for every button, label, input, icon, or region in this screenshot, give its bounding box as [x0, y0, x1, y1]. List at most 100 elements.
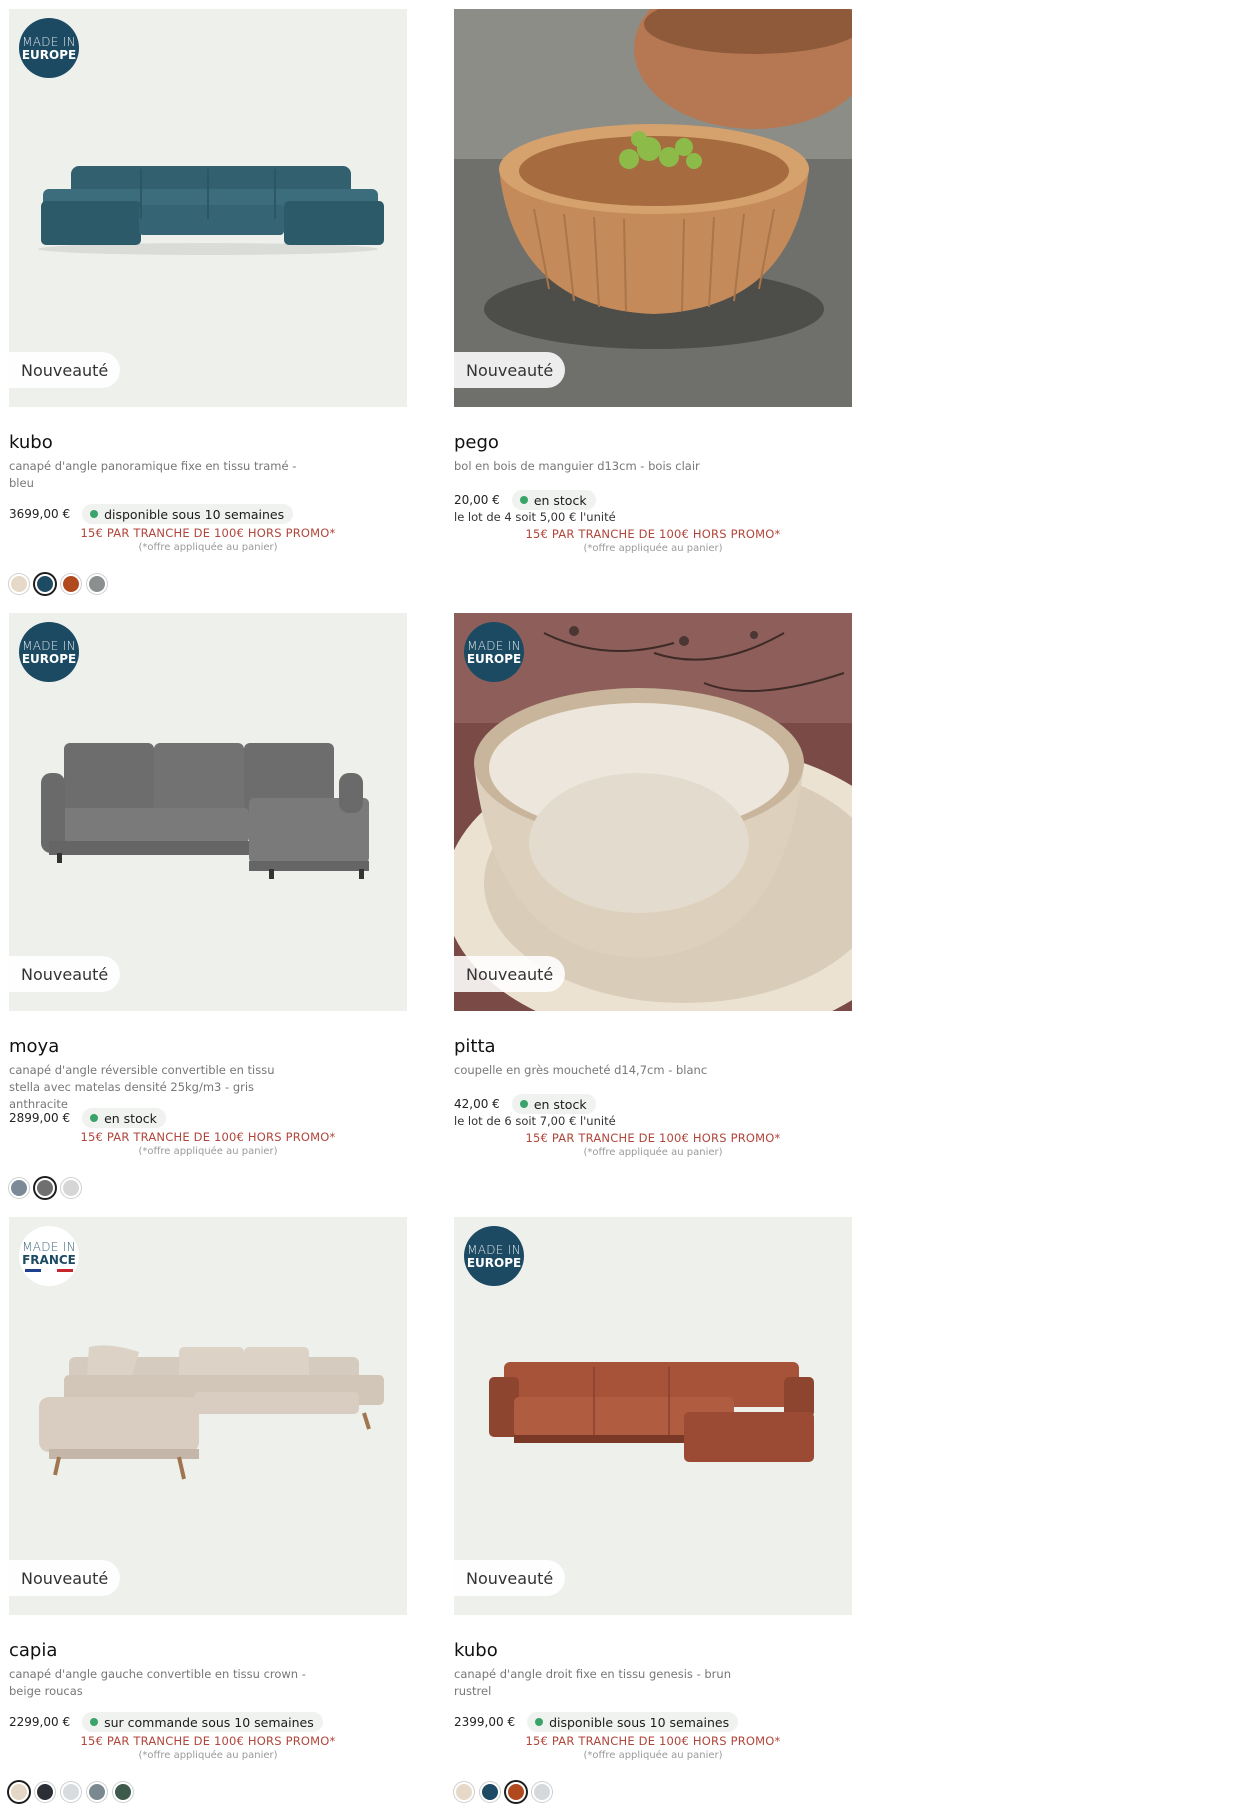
product-name[interactable]: kubo	[454, 1640, 498, 1661]
new-tag: Nouveauté	[9, 1560, 121, 1596]
stock-dot-icon	[90, 1718, 99, 1726]
stock-label: disponible sous 10 semaines	[104, 506, 285, 522]
product-name[interactable]: kubo	[9, 432, 53, 453]
product-card[interactable]: MADE IN EUROPE Nouveauté moya canapé d'a…	[9, 613, 407, 1198]
promo-note: (*offre appliquée au panier)	[138, 542, 278, 553]
product-card[interactable]: MADE IN EUROPE Nouveauté kubo canapé d'a…	[454, 1217, 852, 1802]
color-swatches	[454, 1782, 552, 1802]
new-tag: Nouveauté	[454, 956, 566, 992]
product-price: 2299,00 €	[9, 1715, 71, 1729]
stock-label: en stock	[104, 1110, 157, 1126]
badge-line-2: EUROPE	[466, 651, 522, 666]
color-swatch[interactable]	[87, 574, 107, 594]
stock-badge: en stock	[82, 1108, 166, 1128]
promo-text: 15€ PAR TRANCHE DE 100€ HORS PROMO*	[525, 1131, 781, 1145]
product-card[interactable]: MADE IN EUROPE Nouveauté pitta coupelle …	[454, 613, 852, 1158]
color-swatch[interactable]	[506, 1782, 526, 1802]
price-row: 2399,00 € disponible sous 10 semaines	[454, 1712, 739, 1732]
badge-line-1: MADE IN	[467, 1242, 521, 1257]
product-name[interactable]: capia	[9, 1640, 57, 1661]
product-description: canapé d'angle droit fixe en tissu genes…	[454, 1667, 731, 1698]
stock-label: en stock	[533, 1096, 587, 1112]
color-swatch[interactable]	[9, 574, 29, 594]
color-swatch[interactable]	[35, 1178, 55, 1198]
stock-dot-icon	[519, 496, 528, 504]
product-description: canapé d'angle gauche convertible en tis…	[9, 1667, 306, 1698]
lot-price: le lot de 6 soit 7,00 € l'unité	[454, 1114, 616, 1128]
product-description: canapé d'angle panoramique fixe en tissu…	[9, 459, 297, 490]
product-price: 2899,00 €	[9, 1111, 71, 1125]
promo-text: 15€ PAR TRANCHE DE 100€ HORS PROMO*	[525, 1734, 781, 1748]
color-swatch[interactable]	[532, 1782, 552, 1802]
product-name[interactable]: pitta	[454, 1036, 496, 1057]
made-in-europe-badge: MADE IN EUROPE	[464, 1226, 524, 1286]
badge-line-2: FRANCE	[22, 1252, 76, 1267]
color-swatch[interactable]	[9, 1782, 29, 1802]
color-swatch[interactable]	[35, 574, 55, 594]
product-price: 42,00 €	[454, 1097, 500, 1111]
product-image[interactable]: MADE IN FRANCE Nouveauté	[9, 1217, 407, 1615]
product-image[interactable]: MADE IN EUROPE Nouveauté	[9, 613, 407, 1011]
product-image[interactable]: MADE IN EUROPE Nouveauté	[454, 613, 852, 1011]
stock-dot-icon	[519, 1100, 528, 1108]
product-description: canapé d'angle réversible convertible en…	[9, 1063, 275, 1111]
stock-label: sur commande sous 10 semaines	[104, 1714, 314, 1730]
stock-badge: sur commande sous 10 semaines	[82, 1712, 323, 1732]
lot-price: le lot de 4 soit 5,00 € l'unité	[454, 510, 616, 524]
promo-note: (*offre appliquée au panier)	[583, 543, 723, 554]
new-tag: Nouveauté	[9, 956, 121, 992]
stock-badge: en stock	[511, 490, 596, 510]
badge-line-2: EUROPE	[466, 1255, 522, 1270]
product-card[interactable]: Nouveauté pego bol en bois de manguier d…	[454, 9, 852, 554]
product-price: 2399,00 €	[454, 1715, 516, 1729]
price-row: 2299,00 € sur commande sous 10 semaines	[9, 1712, 323, 1732]
stock-badge: disponible sous 10 semaines	[82, 504, 294, 524]
color-swatch[interactable]	[61, 1178, 81, 1198]
color-swatch[interactable]	[35, 1782, 55, 1802]
promo-note: (*offre appliquée au panier)	[583, 1750, 723, 1761]
stock-badge: en stock	[511, 1094, 596, 1114]
color-swatch[interactable]	[480, 1782, 500, 1802]
price-row: 2899,00 € en stock	[9, 1108, 166, 1128]
product-name[interactable]: pego	[454, 432, 499, 453]
product-description: coupelle en grès moucheté d14,7cm - blan…	[454, 1063, 708, 1077]
price-row: 20,00 € en stock	[454, 490, 596, 510]
stock-dot-icon	[90, 1114, 99, 1122]
product-name[interactable]: moya	[9, 1036, 59, 1057]
promo-text: 15€ PAR TRANCHE DE 100€ HORS PROMO*	[80, 1130, 336, 1144]
badge-line-2: EUROPE	[21, 47, 77, 62]
french-flag-icon	[25, 1268, 73, 1272]
promo-note: (*offre appliquée au panier)	[583, 1147, 723, 1158]
color-swatches	[9, 574, 107, 594]
color-swatch[interactable]	[113, 1782, 133, 1802]
product-price: 3699,00 €	[9, 507, 71, 521]
product-card[interactable]: MADE IN FRANCE Nouveauté capia canapé d'…	[9, 1217, 407, 1802]
stock-label: en stock	[533, 492, 587, 508]
product-image[interactable]: Nouveauté	[454, 9, 852, 407]
promo-note: (*offre appliquée au panier)	[138, 1750, 278, 1761]
made-in-europe-badge: MADE IN EUROPE	[19, 622, 79, 682]
promo-text: 15€ PAR TRANCHE DE 100€ HORS PROMO*	[80, 526, 336, 540]
color-swatch[interactable]	[454, 1782, 474, 1802]
price-row: 3699,00 € disponible sous 10 semaines	[9, 504, 294, 524]
promo-text: 15€ PAR TRANCHE DE 100€ HORS PROMO*	[80, 1734, 336, 1748]
product-image[interactable]: MADE IN EUROPE Nouveauté	[454, 1217, 852, 1615]
made-in-europe-badge: MADE IN EUROPE	[464, 622, 524, 682]
stock-label: disponible sous 10 semaines	[549, 1714, 730, 1730]
color-swatch[interactable]	[61, 1782, 81, 1802]
badge-line-1: MADE IN	[22, 638, 76, 653]
product-image[interactable]: MADE IN EUROPE Nouveauté	[9, 9, 407, 407]
made-in-france-badge: MADE IN FRANCE	[19, 1226, 79, 1286]
product-card[interactable]: MADE IN EUROPE Nouveauté kubo canapé d'a…	[9, 9, 407, 594]
product-description: bol en bois de manguier d13cm - bois cla…	[454, 459, 700, 473]
color-swatch[interactable]	[9, 1178, 29, 1198]
color-swatches	[9, 1782, 133, 1802]
badge-line-2: EUROPE	[21, 651, 77, 666]
color-swatch[interactable]	[87, 1782, 107, 1802]
color-swatch[interactable]	[61, 574, 81, 594]
made-in-europe-badge: MADE IN EUROPE	[19, 18, 79, 78]
badge-line-1: MADE IN	[22, 1239, 76, 1254]
badge-line-1: MADE IN	[22, 34, 76, 49]
stock-dot-icon	[535, 1718, 544, 1726]
new-tag: Nouveauté	[454, 352, 566, 388]
